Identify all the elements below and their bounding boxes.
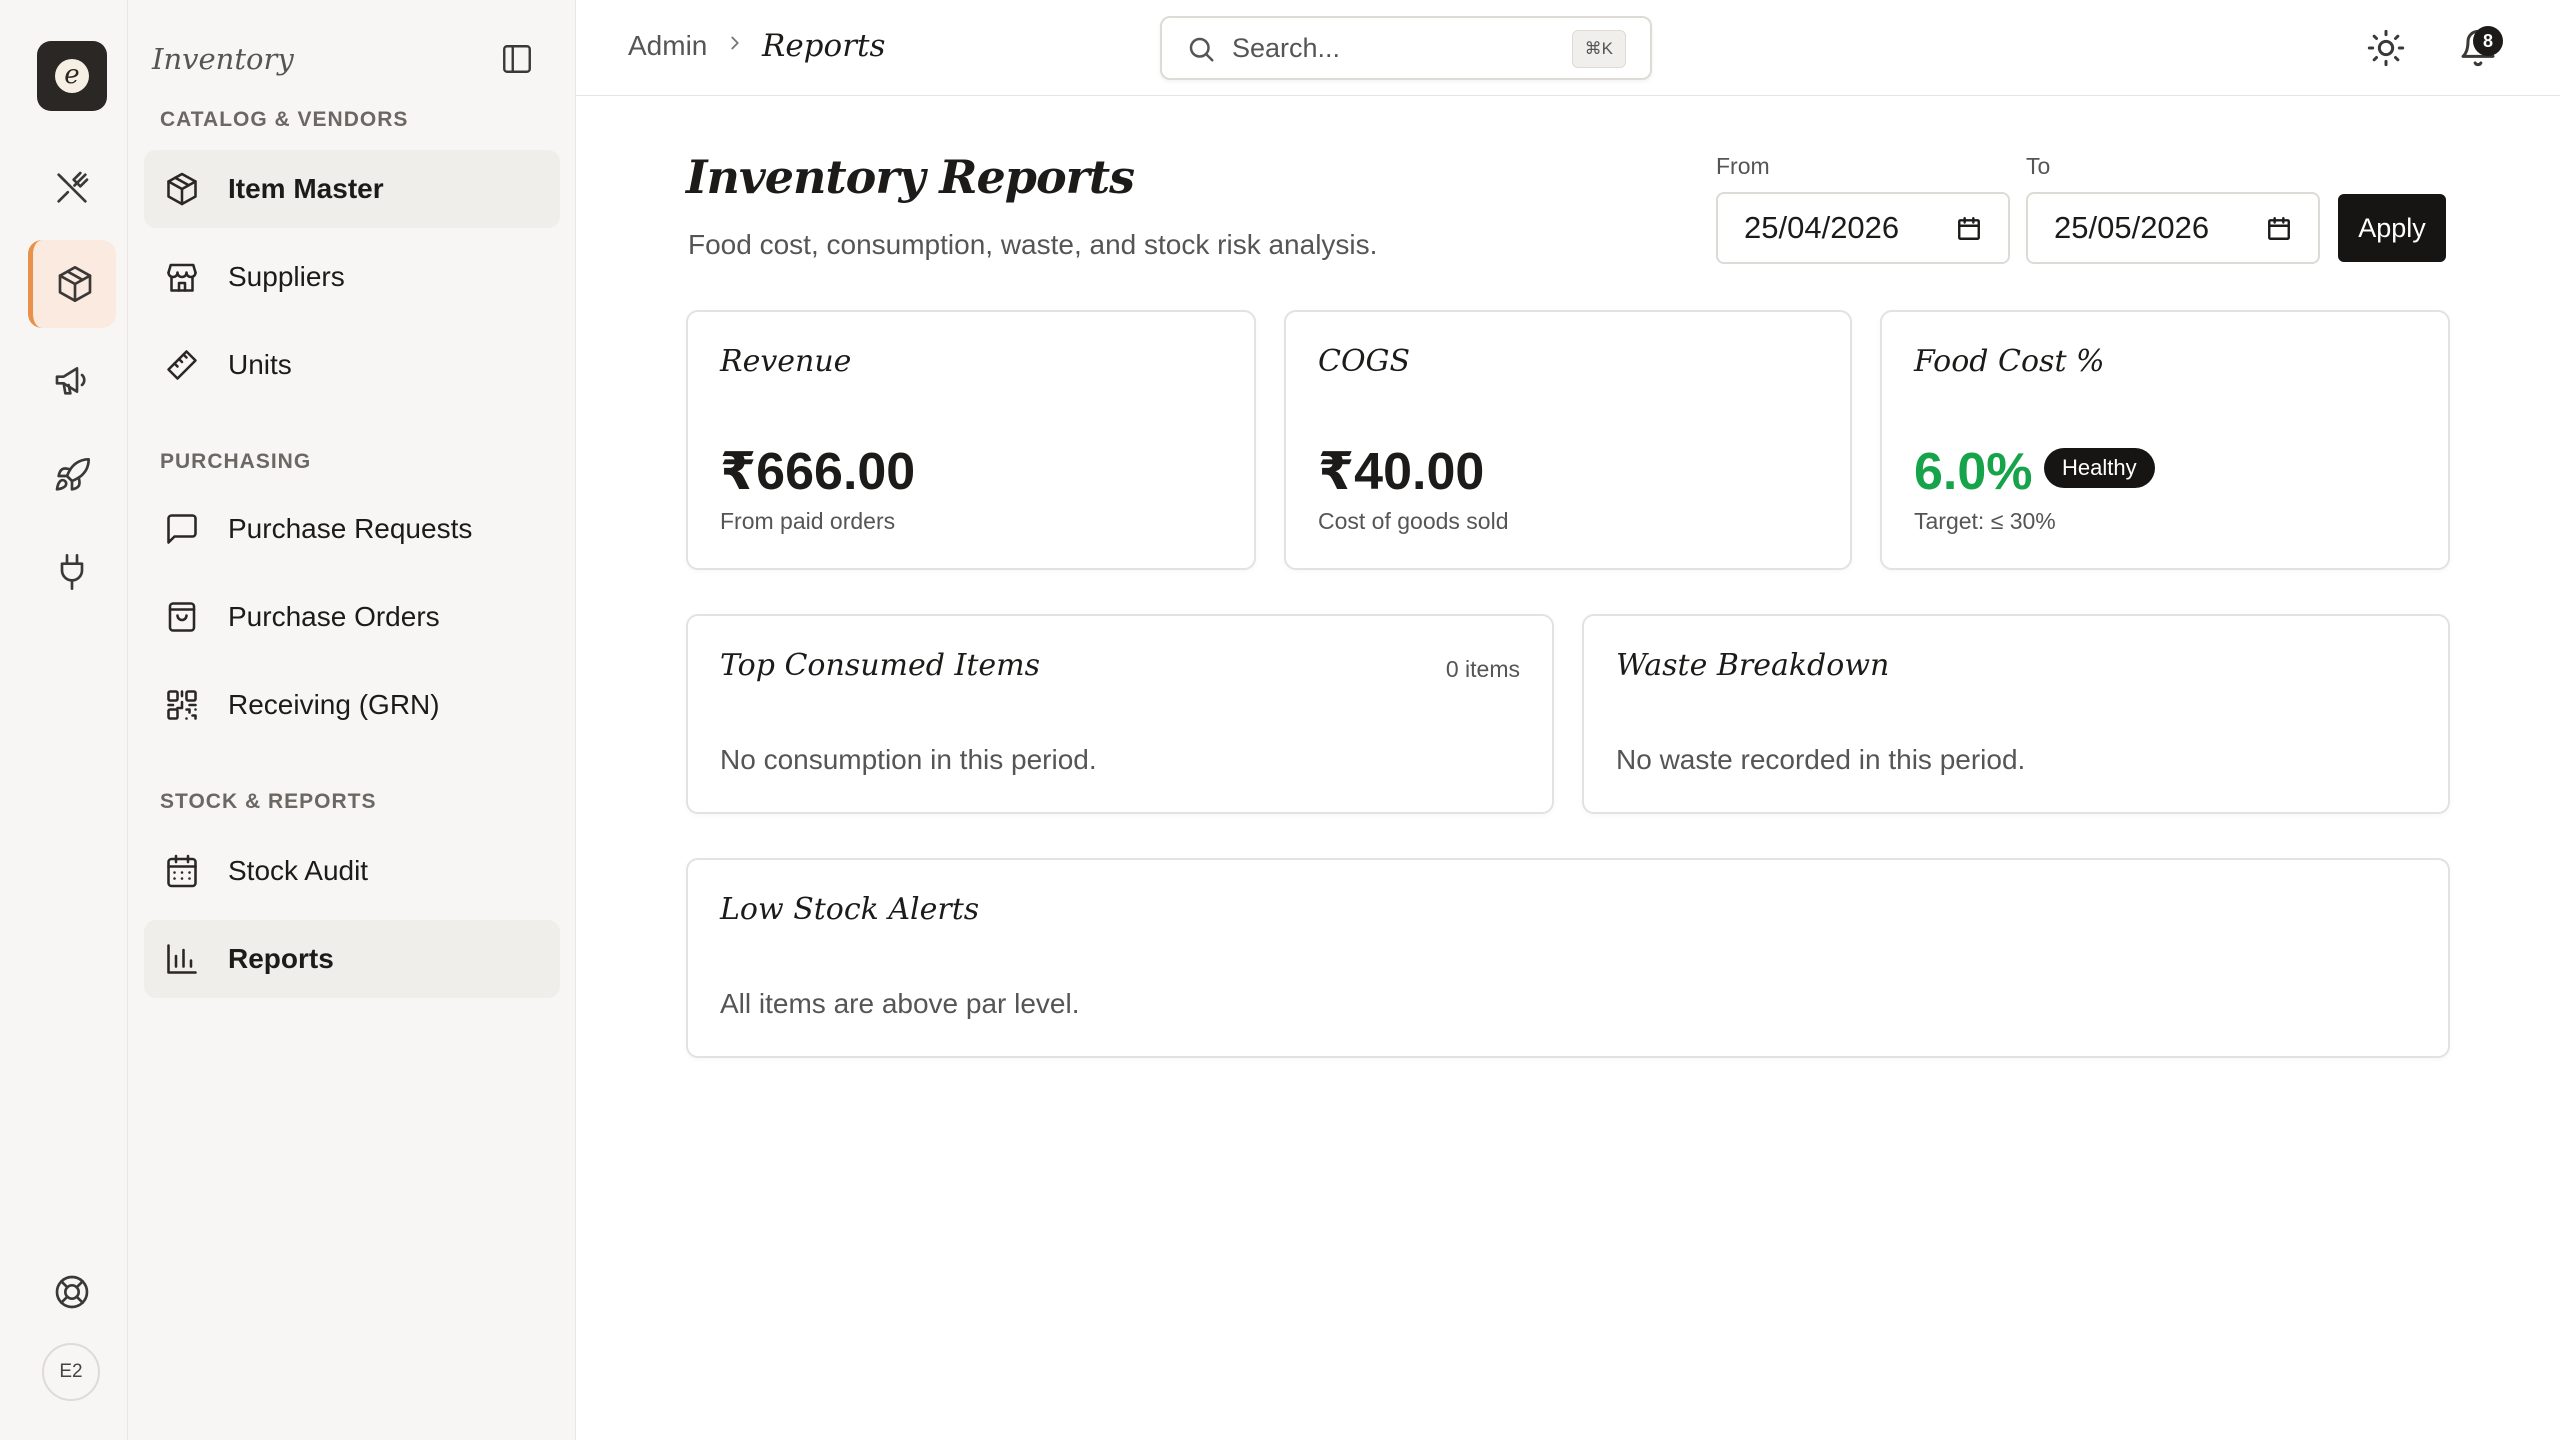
search-icon	[1189, 37, 1214, 62]
panel-title: Low Stock Alerts	[720, 892, 980, 927]
sidebar-item-suppliers[interactable]: Suppliers	[144, 238, 560, 316]
shopping-bag-icon	[168, 602, 196, 632]
search-input[interactable]	[1232, 30, 1532, 66]
page-title: Inventory Reports	[686, 150, 1135, 204]
status-badge: Healthy	[2044, 448, 2155, 488]
sun-icon[interactable]	[2366, 28, 2406, 68]
sidebar-item-item-master[interactable]: Item Master	[144, 150, 560, 228]
search-box[interactable]: ⌘K	[1160, 16, 1652, 80]
bar-chart-icon	[167, 944, 197, 974]
sidebar-item-stock-audit[interactable]: Stock Audit	[144, 832, 560, 910]
empty-state-text: No consumption in this period.	[720, 744, 1097, 775]
cogs-caption: Cost of goods sold	[1318, 508, 1509, 534]
sidebar-item-label: Purchase Orders	[228, 601, 440, 632]
sidebar-item-label: Stock Audit	[228, 855, 369, 886]
sidebar-item-label: Units	[228, 349, 292, 380]
icon-rail: e E2	[0, 0, 128, 1440]
cogs-card: COGS ₹40.00 Cost of goods sold	[1284, 310, 1852, 570]
chevron-right-icon	[731, 36, 739, 50]
apply-button[interactable]: Apply	[2338, 194, 2446, 262]
megaphone-icon[interactable]	[28, 336, 116, 424]
top-bar: Admin Reports ⌘K 8	[576, 0, 2560, 96]
store-icon	[167, 263, 197, 292]
card-title: Food Cost %	[1914, 344, 2105, 379]
from-label: From	[1716, 153, 1770, 179]
item-count: 0 items	[1445, 656, 1520, 682]
search-shortcut: ⌘K	[1571, 30, 1626, 68]
sidebar-item-purchase-orders[interactable]: Purchase Orders	[144, 578, 560, 656]
sidebar-item-reports[interactable]: Reports	[144, 920, 560, 998]
sidebar-item-label: Item Master	[228, 173, 384, 204]
lifebuoy-icon[interactable]	[28, 1248, 116, 1336]
sidebar-title: Inventory	[152, 42, 294, 76]
sidebar-item-purchase-requests[interactable]: Purchase Requests	[144, 490, 560, 568]
section-stock-reports: STOCK & REPORTS	[160, 790, 377, 813]
revenue-value: ₹666.00	[720, 443, 916, 501]
calendar-grid-icon	[167, 854, 197, 888]
from-date-input[interactable]: 25/04/2026	[1716, 192, 2010, 264]
utensils-icon[interactable]	[28, 144, 116, 232]
waste-breakdown-panel: Waste Breakdown No waste recorded in thi…	[1582, 614, 2450, 814]
sidebar-item-receiving-grn[interactable]: Receiving (GRN)	[144, 666, 560, 744]
sidebar-item-label: Reports	[228, 943, 334, 974]
food-cost-caption: Target: ≤ 30%	[1914, 508, 2056, 534]
revenue-caption: From paid orders	[720, 508, 896, 534]
calendar-icon[interactable]	[1956, 216, 1982, 242]
card-title: Revenue	[720, 344, 852, 379]
box-icon[interactable]	[28, 240, 116, 328]
qr-code-icon	[167, 690, 197, 720]
food-cost-value: 6.0%	[1914, 443, 2033, 501]
message-square-icon	[167, 514, 197, 544]
sidebar-item-units[interactable]: Units	[144, 326, 560, 404]
cogs-value: ₹40.00	[1318, 443, 1485, 501]
from-date-value: 25/04/2026	[1744, 210, 1900, 245]
food-cost-card: Food Cost % 6.0% Healthy Target: ≤ 30%	[1880, 310, 2450, 570]
to-date-value: 25/05/2026	[2054, 210, 2210, 245]
rocket-icon[interactable]	[28, 432, 116, 520]
revenue-card: Revenue ₹666.00 From paid orders	[686, 310, 1256, 570]
to-date-input[interactable]: 25/05/2026	[2026, 192, 2320, 264]
panel-title: Top Consumed Items	[720, 648, 1040, 683]
breadcrumb-admin[interactable]: Admin	[628, 30, 707, 62]
ruler-icon	[167, 350, 197, 380]
breadcrumb-current: Reports	[762, 28, 886, 64]
calendar-icon[interactable]	[2266, 216, 2292, 242]
plug-icon[interactable]	[28, 528, 116, 616]
user-avatar[interactable]: E2	[42, 1343, 100, 1401]
empty-state-text: All items are above par level.	[720, 988, 1080, 1019]
notification-count: 8	[2473, 26, 2503, 56]
sidebar-toggle-icon[interactable]	[500, 42, 534, 76]
section-purchasing: PURCHASING	[160, 450, 312, 473]
sidebar-item-label: Suppliers	[228, 261, 345, 292]
app-logo[interactable]: e	[37, 41, 107, 111]
card-title: COGS	[1318, 344, 1411, 379]
package-icon	[167, 172, 197, 206]
sidebar-item-label: Receiving (GRN)	[228, 689, 440, 720]
page-subtitle: Food cost, consumption, waste, and stock…	[688, 229, 1378, 260]
empty-state-text: No waste recorded in this period.	[1616, 744, 2026, 775]
top-consumed-panel: Top Consumed Items 0 items No consumptio…	[686, 614, 1554, 814]
sidebar-item-label: Purchase Requests	[228, 513, 473, 544]
section-catalog-vendors: CATALOG & VENDORS	[160, 108, 409, 131]
logo-letter: e	[55, 59, 89, 93]
sidebar: Inventory CATALOG & VENDORS Item Master …	[128, 0, 576, 1440]
panel-title: Waste Breakdown	[1616, 648, 1890, 683]
low-stock-panel: Low Stock Alerts All items are above par…	[686, 858, 2450, 1058]
to-label: To	[2026, 153, 2051, 179]
